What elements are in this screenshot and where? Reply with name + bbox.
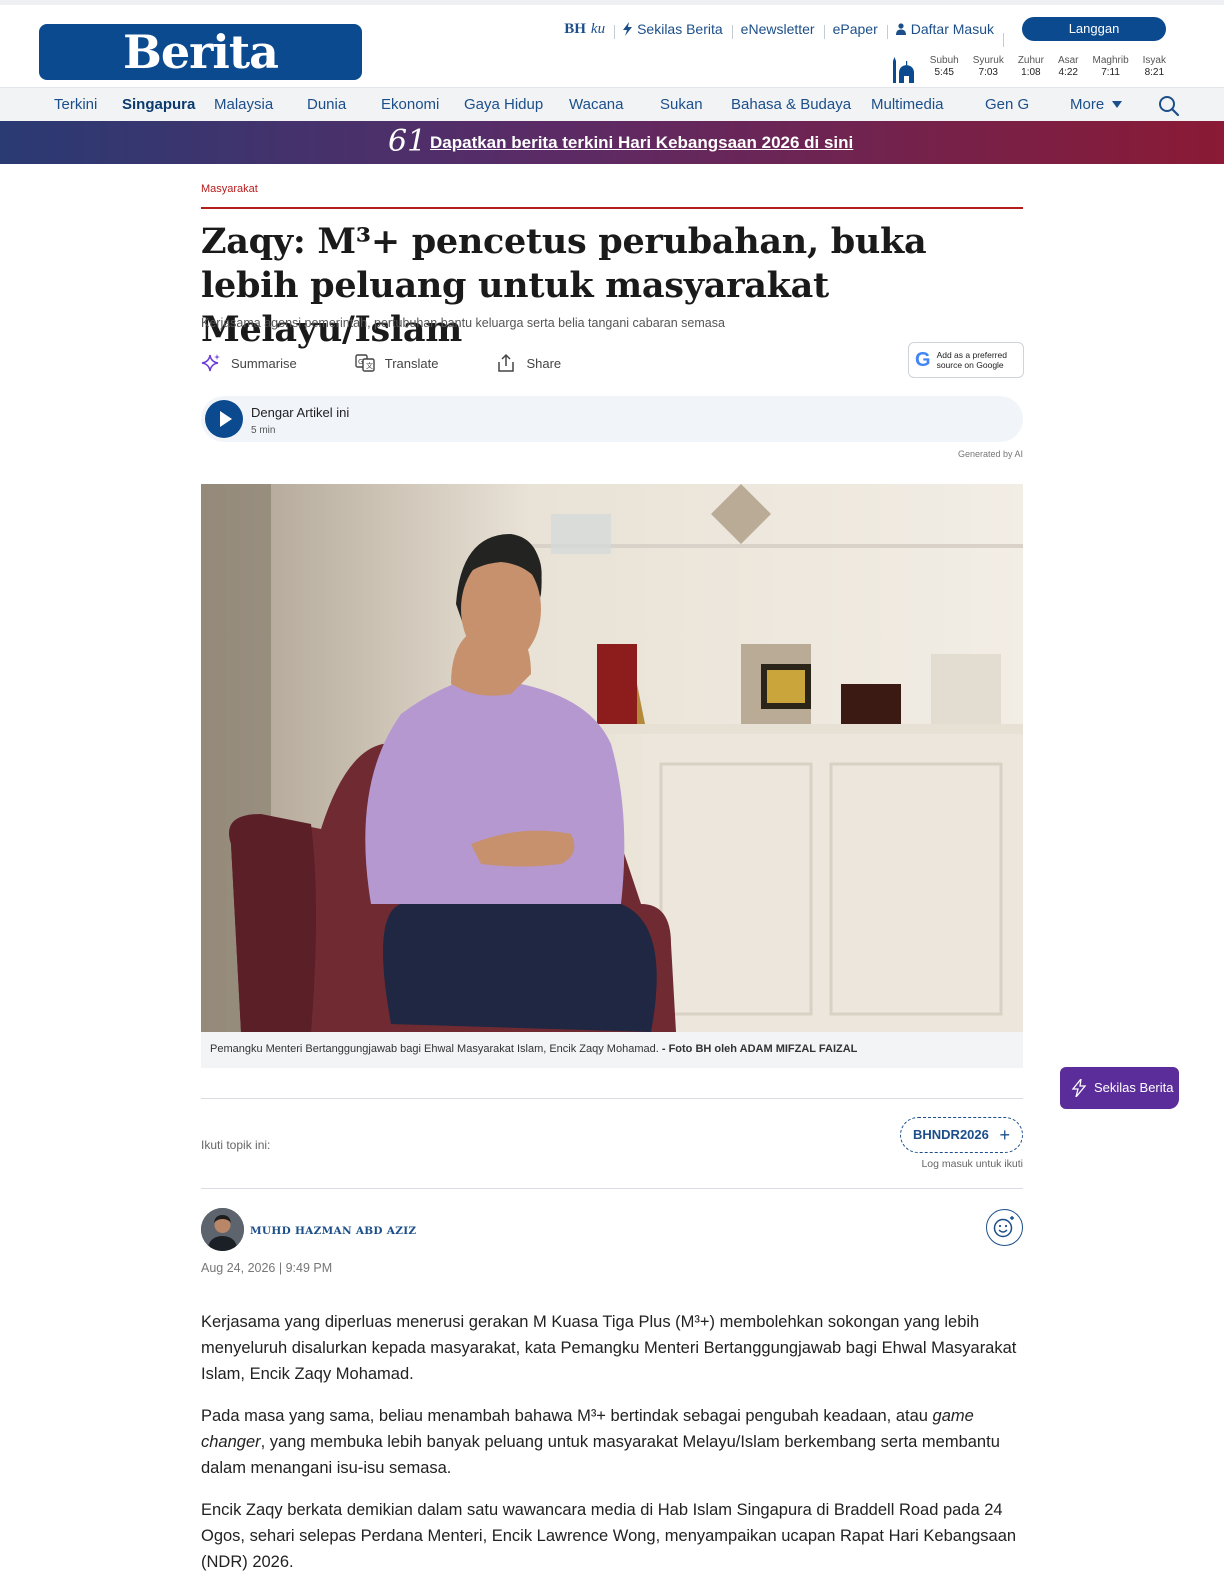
translate-label: Translate	[384, 355, 439, 371]
nav-singapura[interactable]: Singapura	[122, 88, 195, 122]
audio-player: Dengar Artikel ini 5 min	[201, 396, 1023, 442]
ndr-banner[interactable]: 61 Dapatkan berita terkini Hari Kebangsa…	[0, 121, 1224, 164]
prayer-times: Subuh 5:45 Syuruk 7:03 Zuhur 1:08 Asar 4:22 …	[891, 55, 1173, 85]
article-photo[interactable]	[201, 484, 1023, 1032]
prayer-maghrib: Maghrib 7:11	[1092, 55, 1129, 78]
sekilas-floating-button[interactable]: Sekilas Berita	[1060, 1067, 1179, 1109]
follow-topic-button[interactable]: BHNDR2026 +	[900, 1117, 1023, 1153]
translate-button[interactable]: G文 Translate	[355, 353, 439, 373]
nav-gaya-hidup[interactable]: Gaya Hidup	[464, 88, 543, 122]
paragraph-1: Kerjasama yang diperluas menerusi geraka…	[201, 1313, 1017, 1383]
photo-illustration	[201, 484, 1023, 1032]
translate-icon: G文	[355, 354, 375, 372]
article-category[interactable]: Masyarakat	[201, 183, 1023, 195]
author-avatar[interactable]	[201, 1208, 244, 1251]
prayer-isyak: Isyak 8:21	[1142, 55, 1166, 78]
audio-duration: 5 min	[251, 425, 276, 436]
avatar-illustration	[201, 1208, 244, 1251]
smiley-add-icon	[993, 1216, 1014, 1238]
google-pref-text: Add as a preferred source on Google	[936, 350, 1007, 370]
bhku-link[interactable]: BH ku	[555, 21, 614, 38]
site-logo[interactable]: Berita Harian	[39, 24, 362, 135]
play-icon[interactable]	[205, 400, 243, 438]
follow-divider-top	[201, 1098, 1023, 1099]
category-divider	[201, 207, 1023, 209]
nav-malaysia[interactable]: Malaysia	[214, 88, 273, 122]
bhku-bold: BH	[564, 20, 586, 37]
p2-before: Pada masa yang sama, beliau menambah bah…	[201, 1407, 933, 1425]
emoji-reaction-button[interactable]	[986, 1209, 1023, 1246]
article-subtitle: Kerjasama agensi pemerintah, pertubuhan …	[201, 316, 725, 330]
p2-after: , yang membuka lebih banyak peluang untu…	[201, 1433, 1000, 1477]
topic-label: BHNDR2026	[913, 1127, 989, 1142]
audio-title: Dengar Artikel ini	[251, 405, 350, 420]
prayer-asar: Asar 4:22	[1057, 55, 1079, 78]
subscribe-button[interactable]: Langgan	[1022, 17, 1166, 41]
nav-multimedia[interactable]: Multimedia	[871, 88, 944, 122]
author-name[interactable]: MUHD HAZMAN ABD AZIZ	[250, 1225, 416, 1237]
photo-caption: Pemangku Menteri Bertanggungjawab bagi E…	[201, 1032, 1023, 1068]
share-button[interactable]: Share	[496, 353, 561, 373]
site-header: Berita Harian BHku Sekilas Berita eNewsl…	[0, 5, 1224, 135]
nav-gen-g[interactable]: Gen G	[985, 88, 1029, 122]
caption-text: Pemangku Menteri Bertanggungjawab bagi E…	[210, 1043, 659, 1055]
lightning-icon	[1071, 1079, 1087, 1097]
nav-more[interactable]: More	[1070, 88, 1123, 122]
generated-by-ai-label: Generated by AI	[957, 449, 1023, 459]
sekilas-link[interactable]: Sekilas Berita	[614, 21, 732, 39]
plus-icon: +	[999, 1125, 1010, 1145]
enewsletter-link[interactable]: eNewsletter	[731, 21, 824, 39]
caret-down-icon	[1112, 101, 1123, 108]
banner-link[interactable]: Dapatkan berita terkini Hari Kebangsaan …	[430, 121, 853, 164]
sparkle-icon	[201, 354, 220, 372]
login-to-follow-text[interactable]: Log masuk untuk ikuti	[921, 1158, 1023, 1170]
login-label: Daftar Masuk	[910, 21, 994, 37]
nav-ekonomi[interactable]: Ekonomi	[381, 88, 439, 122]
share-icon	[498, 353, 515, 372]
main-nav: Terkini Singapura Malaysia Dunia Ekonomi…	[0, 87, 1224, 121]
mosque-icon	[892, 57, 914, 83]
nav-sukan[interactable]: Sukan	[660, 88, 703, 122]
caption-credit: - Foto BH oleh ADAM MIFZAL FAIZAL	[661, 1043, 858, 1055]
sekilas-floating-label: Sekilas Berita	[1094, 1080, 1174, 1095]
bhku-italic: ku	[590, 20, 606, 37]
nav-dunia[interactable]: Dunia	[307, 88, 346, 122]
share-label: Share	[526, 355, 562, 371]
article-tools: Summarise G文 Translate Share	[201, 350, 619, 376]
nav-more-label: More	[1070, 96, 1105, 113]
sekilas-link-label: Sekilas Berita	[637, 21, 723, 37]
login-link[interactable]: Daftar Masuk	[886, 21, 1003, 39]
google-g-icon: G	[915, 348, 931, 371]
user-icon	[895, 23, 906, 35]
nav-wacana[interactable]: Wacana	[569, 88, 623, 122]
paragraph-3: Encik Zaqy berkata demikian dalam satu w…	[201, 1501, 1017, 1571]
top-links: BH ku Sekilas Berita eNewsletter ePaper D…	[555, 16, 1166, 47]
follow-divider-bottom	[201, 1188, 1023, 1189]
article-title: Zaqy: M³+ pencetus perubahan, buka lebih…	[201, 221, 927, 350]
search-icon[interactable]	[1158, 95, 1180, 117]
summarise-button[interactable]: Summarise	[201, 353, 297, 373]
paragraph-2: Pada masa yang sama, beliau menambah bah…	[201, 1403, 1023, 1481]
prayer-subuh: Subuh 5:45	[929, 55, 959, 78]
follow-topic-label: Ikuti topik ini:	[201, 1138, 271, 1152]
prayer-syuruk: Syuruk 7:03	[972, 55, 1004, 78]
epaper-link[interactable]: ePaper	[823, 21, 887, 39]
publish-date: Aug 24, 2026 | 9:49 PM	[201, 1261, 333, 1275]
google-preferred-source-button[interactable]: G Add as a preferred source on Google	[908, 342, 1024, 378]
sg61-badge: 61	[388, 124, 427, 159]
summarise-label: Summarise	[231, 355, 297, 371]
svg-text:文: 文	[366, 361, 373, 370]
lightning-icon	[623, 22, 633, 36]
prayer-zuhur: Zuhur 1:08	[1017, 55, 1044, 78]
nav-terkini[interactable]: Terkini	[54, 88, 97, 122]
nav-bahasa-budaya[interactable]: Bahasa & Budaya	[731, 88, 851, 122]
svg-text:G: G	[358, 358, 363, 366]
